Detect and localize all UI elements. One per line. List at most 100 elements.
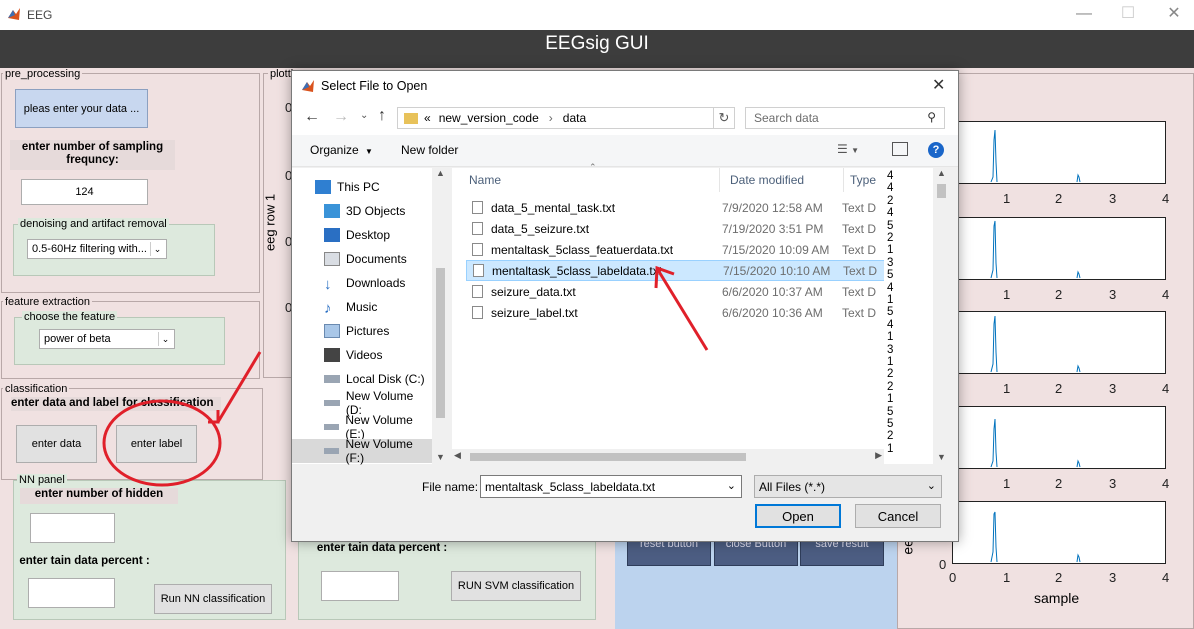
eeg-axes-5 <box>952 501 1166 564</box>
forward-arrow-icon[interactable]: → <box>333 108 349 126</box>
tree-item-documents[interactable]: Documents <box>292 247 432 271</box>
xtick: 2 <box>1055 570 1063 585</box>
help-icon[interactable]: ? <box>928 142 944 158</box>
denoise-select-value: 0.5-60Hz filtering with... <box>32 243 147 255</box>
feature-select-value: power of beta <box>44 333 111 345</box>
search-input[interactable]: Search data ⚲ <box>745 107 945 129</box>
sampling-label: enter number of sampling frequncy: <box>10 140 175 170</box>
svm-train-input[interactable] <box>321 571 399 601</box>
file-type: Text D <box>843 263 878 278</box>
xtick: 4 <box>1162 287 1170 302</box>
close-icon[interactable]: ✕ <box>1159 4 1189 24</box>
eeg-axes-1 <box>952 121 1166 184</box>
column-type[interactable]: Type <box>844 168 884 192</box>
tree-item-desktop[interactable]: Desktop <box>292 223 432 247</box>
file-row[interactable]: mentaltask_5class_featuerdata.txt 7/15/2… <box>466 239 886 260</box>
preview-line: 2 <box>887 194 894 207</box>
tree-item-new-volume-d[interactable]: New Volume (D: <box>292 389 432 417</box>
breadcrumb-new-version-code[interactable]: new_version_code <box>439 111 539 125</box>
tree-item-new-volume-f[interactable]: New Volume (F:) <box>292 437 432 465</box>
dialog-close-icon[interactable]: ✕ <box>932 75 945 95</box>
tree-label: Documents <box>346 252 407 266</box>
tree-item-pictures[interactable]: Pictures <box>292 319 432 343</box>
tree-label: Music <box>346 300 378 314</box>
xtick: 4 <box>1162 191 1170 206</box>
scroll-up-icon[interactable]: ▲ <box>933 168 950 178</box>
breadcrumb-overflow[interactable]: « <box>424 111 431 125</box>
address-bar[interactable]: « new_version_code › data ⌄ <box>397 107 733 129</box>
open-button[interactable]: Open <box>755 504 841 528</box>
scroll-left-icon[interactable]: ◀ <box>454 450 461 461</box>
preview-pane: ▲ ▼ 44245213541541312215521 <box>884 168 950 464</box>
feature-select[interactable]: power of beta ⌄ <box>39 329 175 349</box>
file-name-input[interactable]: mentaltask_5class_labeldata.txt ⌄ <box>480 475 742 498</box>
preview-pane-icon[interactable] <box>892 142 908 156</box>
xtick: 0 <box>949 570 957 585</box>
chevron-down-icon[interactable]: ⌄ <box>727 479 736 492</box>
tree-label: Downloads <box>346 276 406 290</box>
nn-hidden-input[interactable] <box>30 513 115 543</box>
scroll-up-icon[interactable]: ▲ <box>432 168 449 178</box>
file-row[interactable]: data_5_mental_task.txt 7/9/2020 12:58 AM… <box>466 197 886 218</box>
preview-line: 2 <box>887 232 894 244</box>
run-nn-button[interactable]: Run NN classification <box>154 584 272 614</box>
window-titlebar <box>0 0 1194 30</box>
minimize-icon[interactable]: — <box>1069 4 1099 24</box>
xtick: 3 <box>1109 191 1117 206</box>
file-type-filter[interactable]: All Files (*.*) ⌄ <box>754 475 942 498</box>
nn-train-input[interactable] <box>28 578 115 608</box>
tree-scroll-thumb[interactable] <box>436 268 445 418</box>
scroll-down-icon[interactable]: ▼ <box>933 452 950 462</box>
tree-item-music[interactable]: ♪ Music <box>292 295 432 319</box>
file-date: 6/6/2020 10:36 AM <box>722 305 823 320</box>
pictures-icon <box>324 324 340 338</box>
desktop-icon <box>324 228 340 242</box>
file-type: Text D <box>842 242 877 257</box>
classification-enter-data-button[interactable]: enter data <box>16 425 97 463</box>
preview-line: 4 <box>887 281 894 294</box>
tree-label: Local Disk (C:) <box>346 372 425 386</box>
choose-feature-title: choose the feature <box>22 311 118 323</box>
preview-line: 1 <box>887 331 894 344</box>
recent-chevron-icon[interactable]: ⌄ <box>360 110 368 121</box>
tree-scrollbar[interactable]: ▲ ▼ <box>432 168 449 464</box>
downloads-icon: ↓ <box>324 276 332 293</box>
column-date-modified[interactable]: Date modified <box>724 168 844 192</box>
preview-line: 4 <box>887 318 894 331</box>
tree-item-local-disk-c[interactable]: Local Disk (C:) <box>292 367 432 391</box>
view-options-icon[interactable]: ☰ ▼ <box>837 142 859 156</box>
tree-item-3d-objects[interactable]: 3D Objects <box>292 199 432 223</box>
preview-scroll-thumb[interactable] <box>937 184 946 198</box>
3d-objects-icon <box>324 204 340 218</box>
dialog-title: Select File to Open <box>321 79 428 93</box>
file-name: seizure_data.txt <box>491 284 576 299</box>
scroll-right-icon[interactable]: ▶ <box>875 450 882 461</box>
refresh-icon[interactable]: ↻ <box>713 107 735 129</box>
organize-button[interactable]: Organize ▼ <box>310 143 373 157</box>
documents-icon <box>324 252 340 266</box>
file-list-hscrollbar[interactable]: ◀ ▶ <box>452 449 884 464</box>
nn-panel-title: NN panel <box>17 474 67 486</box>
tree-item-this-pc[interactable]: This PC <box>292 175 432 199</box>
cancel-button[interactable]: Cancel <box>855 504 941 528</box>
sampling-input[interactable]: 124 <box>21 179 148 205</box>
chevron-down-icon: ⌄ <box>150 242 164 256</box>
scroll-down-icon[interactable]: ▼ <box>432 452 449 462</box>
tree-item-new-volume-e[interactable]: New Volume (E:) <box>292 413 432 441</box>
run-svm-button[interactable]: RUN SVM classification <box>451 571 581 601</box>
back-arrow-icon[interactable]: ← <box>304 108 320 126</box>
breadcrumb-data[interactable]: data <box>563 111 586 125</box>
denoise-select[interactable]: 0.5-60Hz filtering with... ⌄ <box>27 239 167 259</box>
file-row[interactable]: data_5_seizure.txt 7/19/2020 3:51 PM Tex… <box>466 218 886 239</box>
up-arrow-icon[interactable]: ↑ <box>378 107 386 125</box>
hscroll-thumb[interactable] <box>470 453 746 461</box>
new-folder-button[interactable]: New folder <box>401 143 458 157</box>
tree-item-downloads[interactable]: ↓ Downloads <box>292 271 432 295</box>
preview-scrollbar[interactable]: ▲ ▼ <box>933 168 950 464</box>
preview-line: 5 <box>887 418 894 430</box>
column-name[interactable]: Name <box>463 168 720 192</box>
maximize-icon[interactable]: ☐ <box>1113 4 1143 24</box>
drive-icon <box>324 448 340 454</box>
tree-item-videos[interactable]: Videos <box>292 343 432 367</box>
enter-data-button[interactable]: pleas enter your data ... <box>15 89 148 128</box>
